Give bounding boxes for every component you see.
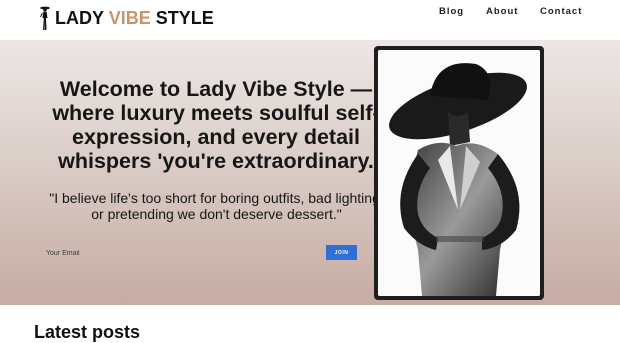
email-input[interactable]: [46, 245, 316, 261]
fashion-woman-icon: [40, 6, 50, 30]
site-title: LADY VIBE STYLE: [55, 7, 214, 28]
nav-link-blog[interactable]: Blog: [439, 6, 464, 17]
woman-in-hat-photo: [378, 50, 540, 296]
hero-image-frame: [374, 46, 544, 300]
hero-photo-illustration: [378, 50, 540, 296]
nav-link-about[interactable]: About: [486, 6, 518, 17]
nav-link-contact[interactable]: Contact: [540, 6, 582, 17]
site-logo[interactable]: LADY VIBE STYLE: [38, 3, 214, 33]
latest-posts-heading: Latest posts: [34, 322, 141, 342]
hero-quote: "I believe life's too short for boring o…: [49, 190, 384, 222]
join-button[interactable]: JOIN: [326, 245, 357, 260]
site-header: LADY VIBE STYLE Blog About Contact: [0, 0, 620, 40]
hero-title: Welcome to Lady Vibe Style — where luxur…: [52, 77, 380, 173]
newsletter-form: JOIN: [46, 245, 358, 261]
